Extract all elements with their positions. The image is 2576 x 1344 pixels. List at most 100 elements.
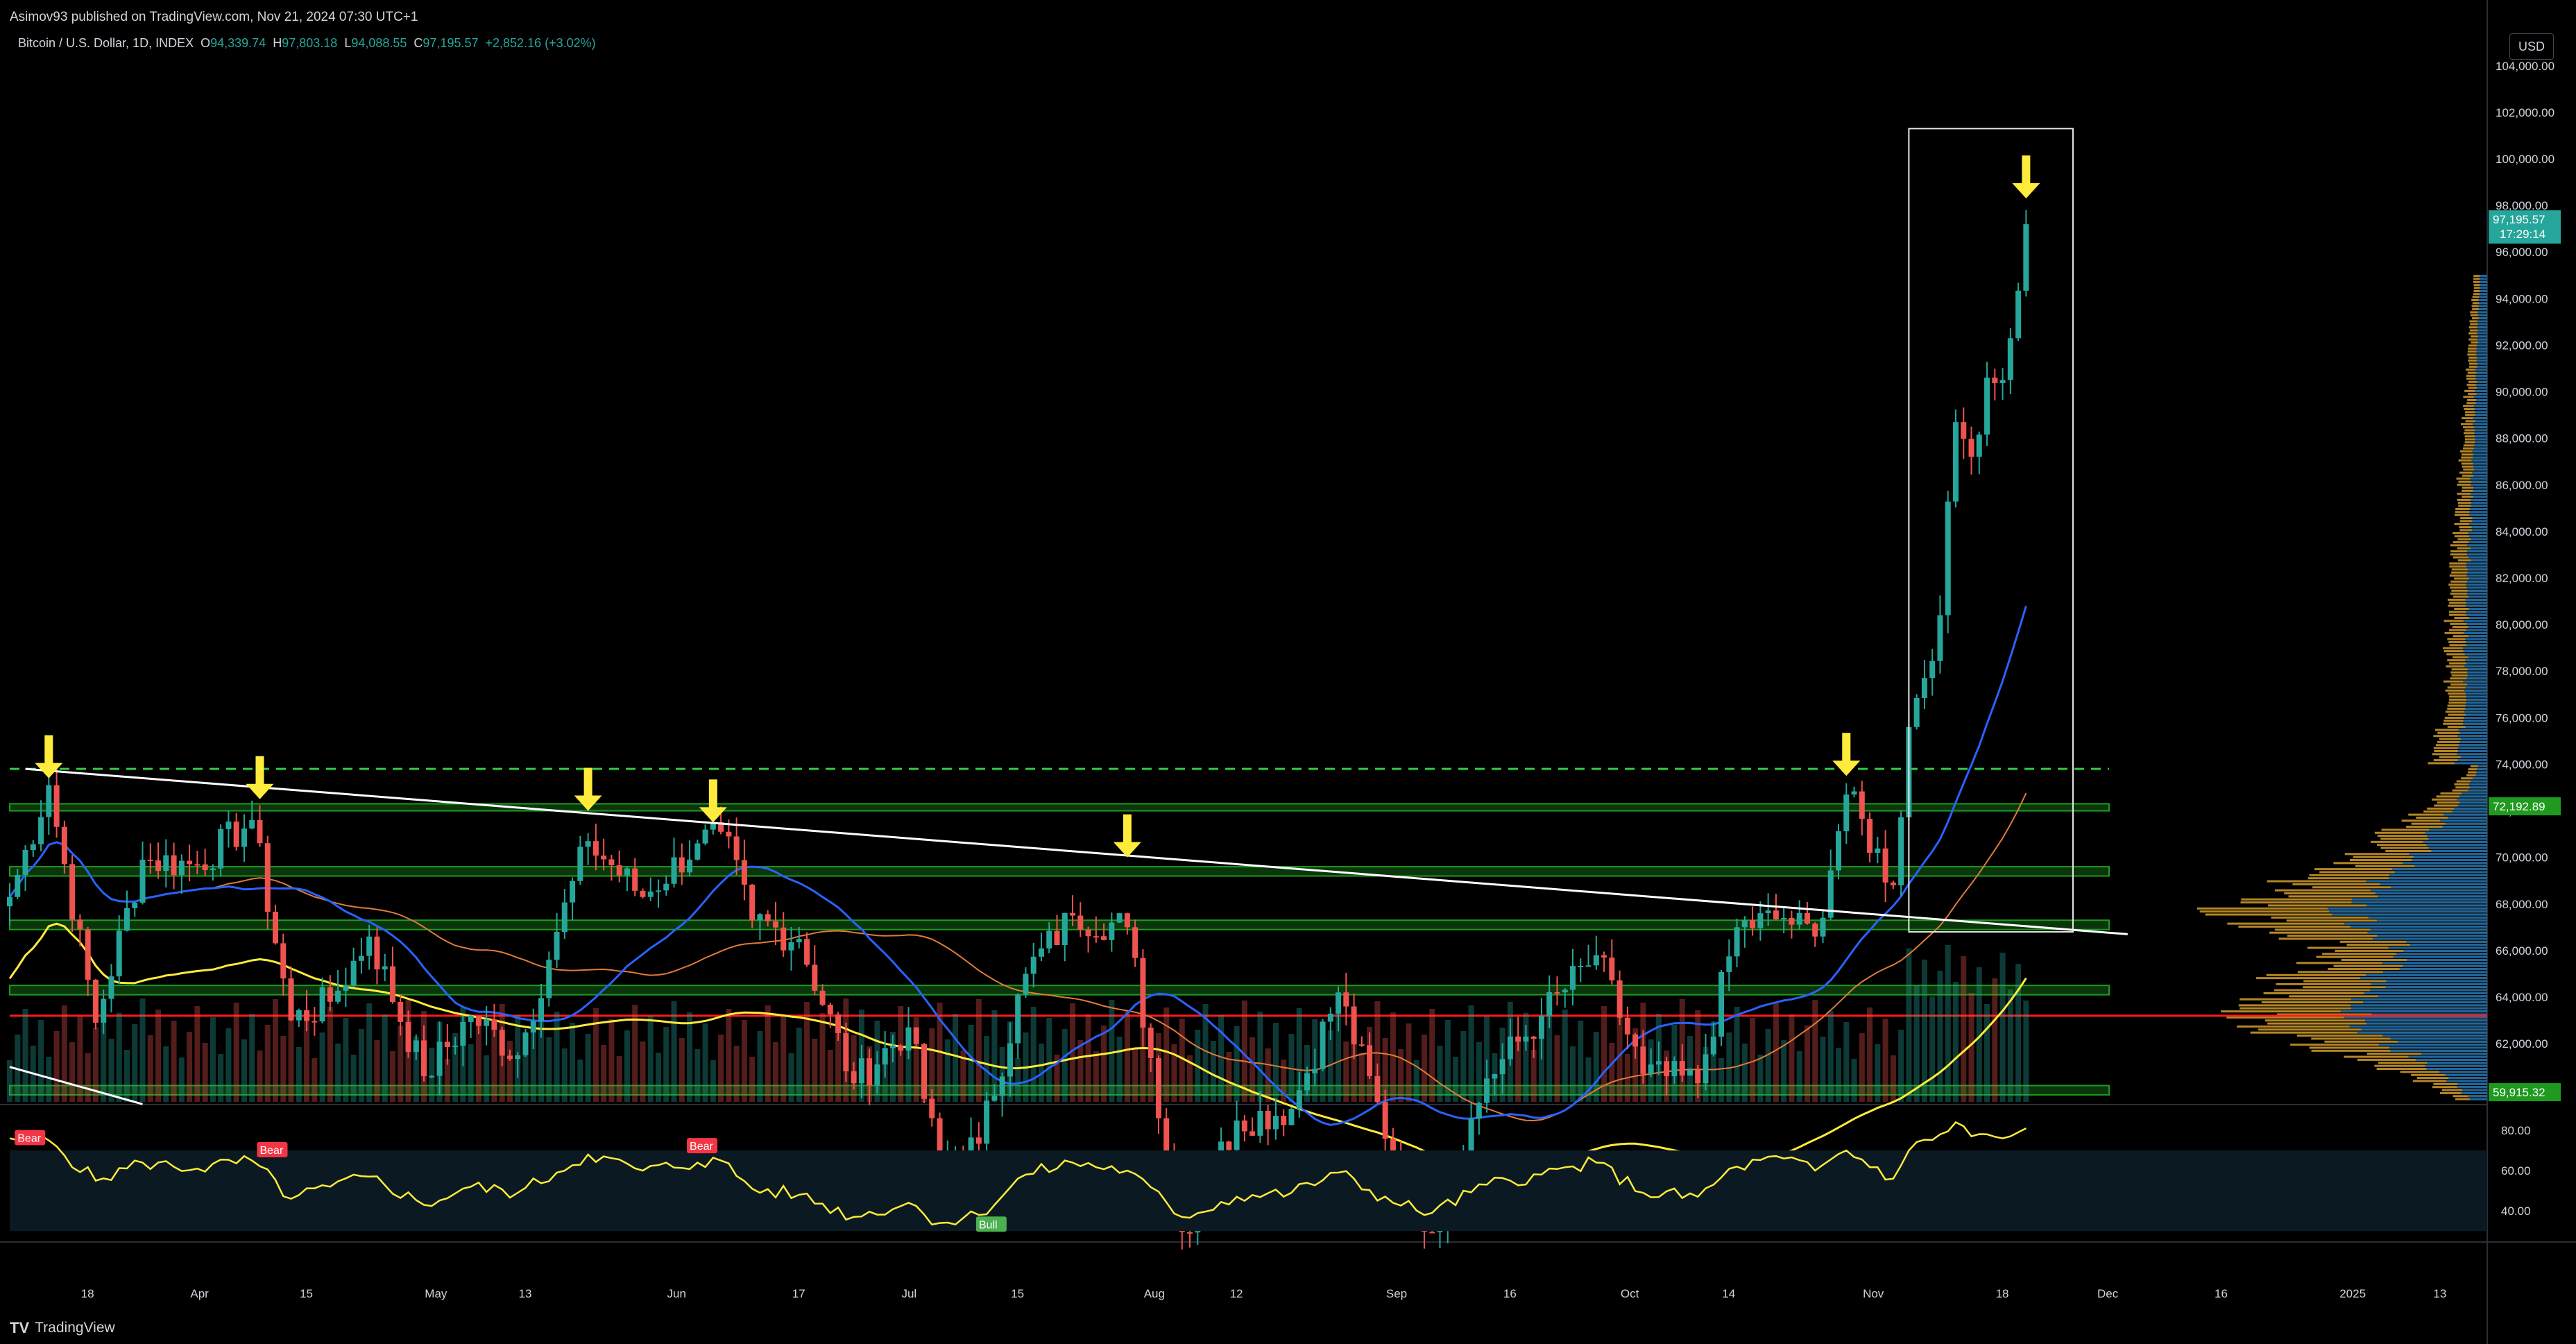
candle-body xyxy=(1132,927,1138,958)
volume-profile-bar-inner xyxy=(2389,874,2487,876)
volume-bar xyxy=(273,999,279,1102)
volume-bar xyxy=(561,1048,568,1102)
volume-profile-bar-inner xyxy=(2471,498,2487,501)
footer-brand[interactable]: TV TradingView xyxy=(10,1319,115,1337)
volume-profile-bar-inner xyxy=(2332,913,2487,916)
volume-profile-bar-inner xyxy=(2468,783,2487,785)
candle-body xyxy=(382,966,388,970)
candle-body xyxy=(202,864,208,871)
volume-profile-bar-inner xyxy=(2389,1046,2487,1049)
volume-profile-bar-inner xyxy=(2459,744,2487,747)
volume-bar xyxy=(1757,1055,1764,1102)
candle-body xyxy=(1843,794,1850,832)
volume-profile-bar-inner xyxy=(2392,868,2487,871)
volume-profile-bar-inner xyxy=(2351,998,2487,1001)
volume-profile-bar-inner xyxy=(2377,935,2487,937)
high-value: 97,803.18 xyxy=(282,36,338,50)
candle-body xyxy=(30,844,36,851)
candle-body xyxy=(1750,919,1756,928)
rsi-tick: 60.00 xyxy=(2501,1164,2531,1177)
volume-bar xyxy=(624,1030,630,1102)
volume-profile-bar-inner xyxy=(2475,384,2487,386)
volume-profile-bar-inner xyxy=(2344,922,2487,925)
volume-profile-bar-inner xyxy=(2477,326,2487,329)
candle-body xyxy=(1851,791,1857,795)
volume-profile-bar-inner xyxy=(2479,296,2487,298)
volume-profile-bar-inner xyxy=(2477,765,2487,767)
volume-profile-bar-inner xyxy=(2473,777,2487,780)
volume-profile-bar-inner xyxy=(2476,398,2487,401)
volume-bar xyxy=(1741,1044,1748,1102)
volume-profile-bar-inner xyxy=(2477,380,2487,383)
price-tick: 102,000.00 xyxy=(2496,106,2554,119)
chart-canvas[interactable]: 62,000.00 64,000.00 66,000.00 68,000.00 70,0… xyxy=(0,0,2576,1344)
volume-profile-bar-inner xyxy=(2468,577,2487,580)
volume-profile-bar-inner xyxy=(2475,402,2487,405)
price-tick: 82,000.00 xyxy=(2496,572,2548,585)
time-tick: Oct xyxy=(1621,1287,1639,1300)
volume-profile-bar-inner xyxy=(2479,308,2487,311)
volume-profile-bar-inner xyxy=(2399,968,2487,971)
candle-body xyxy=(38,817,44,844)
volume-profile-bar-inner xyxy=(2465,604,2487,607)
candle-body xyxy=(632,868,638,891)
candle-body xyxy=(210,868,216,871)
volume-bar xyxy=(1562,1010,1568,1102)
candle-body xyxy=(1015,994,1021,1044)
price-tick: 88,000.00 xyxy=(2496,432,2548,445)
volume-bar xyxy=(1867,1007,1873,1102)
volume-bar xyxy=(1773,1003,1779,1102)
level-tag-label: 72,192.89 xyxy=(2493,800,2545,813)
volume-bar xyxy=(819,1013,826,1102)
volume-profile-bar-inner xyxy=(2457,753,2487,756)
volume-profile-bar-inner xyxy=(2469,508,2487,511)
arrow-shaft xyxy=(255,756,264,787)
volume-bar xyxy=(1820,1037,1826,1102)
rsi-tick: 80.00 xyxy=(2501,1124,2531,1137)
volume-bar xyxy=(765,1005,771,1102)
currency-button[interactable]: USD xyxy=(2509,33,2554,60)
volume-profile-bar-inner xyxy=(2473,395,2487,398)
candle-body xyxy=(1999,380,2006,384)
volume-profile-bar-inner xyxy=(2427,1062,2487,1064)
volume-profile-bar-inner xyxy=(2440,819,2487,822)
candle-body xyxy=(280,943,287,979)
candle-body xyxy=(1882,848,1888,883)
volume-profile-bar-inner xyxy=(2459,740,2487,743)
volume-bar xyxy=(22,1009,28,1102)
volume-bar xyxy=(1718,1058,1725,1102)
volume-profile-bar-inner xyxy=(2466,677,2487,680)
candle-body xyxy=(1796,912,1802,925)
candle-body xyxy=(1296,1090,1302,1109)
candle-body xyxy=(452,1046,459,1048)
candle-body xyxy=(765,914,771,921)
volume-profile-bar-inner xyxy=(2407,958,2487,961)
volume-bar xyxy=(601,1045,607,1102)
candle-body xyxy=(1163,1118,1170,1154)
volume-bar xyxy=(1734,1007,1740,1102)
volume-profile-bar-inner xyxy=(2360,977,2487,980)
candle-body xyxy=(85,929,91,980)
candle-body xyxy=(288,978,294,1021)
candle-body xyxy=(921,1044,928,1099)
volume-profile-bar-inner xyxy=(2469,535,2487,538)
candle-body xyxy=(1578,965,1584,967)
candle-body xyxy=(1187,1232,1193,1234)
candle-body xyxy=(1116,913,1123,923)
candle-body xyxy=(889,1045,896,1048)
volume-profile-bar-inner xyxy=(2393,955,2487,958)
volume-bar xyxy=(804,1002,810,1102)
volume-profile-bar-inner xyxy=(2421,1053,2487,1055)
candle-body xyxy=(92,980,99,1023)
volume-bar xyxy=(1961,956,1967,1102)
volume-bar xyxy=(1116,1037,1123,1102)
yellow-arrow-icon xyxy=(2012,183,2040,199)
volume-profile-bar-inner xyxy=(2475,429,2487,432)
candle-body xyxy=(429,1075,435,1078)
candle-body xyxy=(1945,501,1951,615)
candle-body xyxy=(2023,224,2029,291)
candle-body xyxy=(1304,1073,1310,1091)
volume-bar xyxy=(429,1048,435,1102)
candle-body xyxy=(835,1014,842,1033)
candle-body xyxy=(999,1076,1005,1096)
